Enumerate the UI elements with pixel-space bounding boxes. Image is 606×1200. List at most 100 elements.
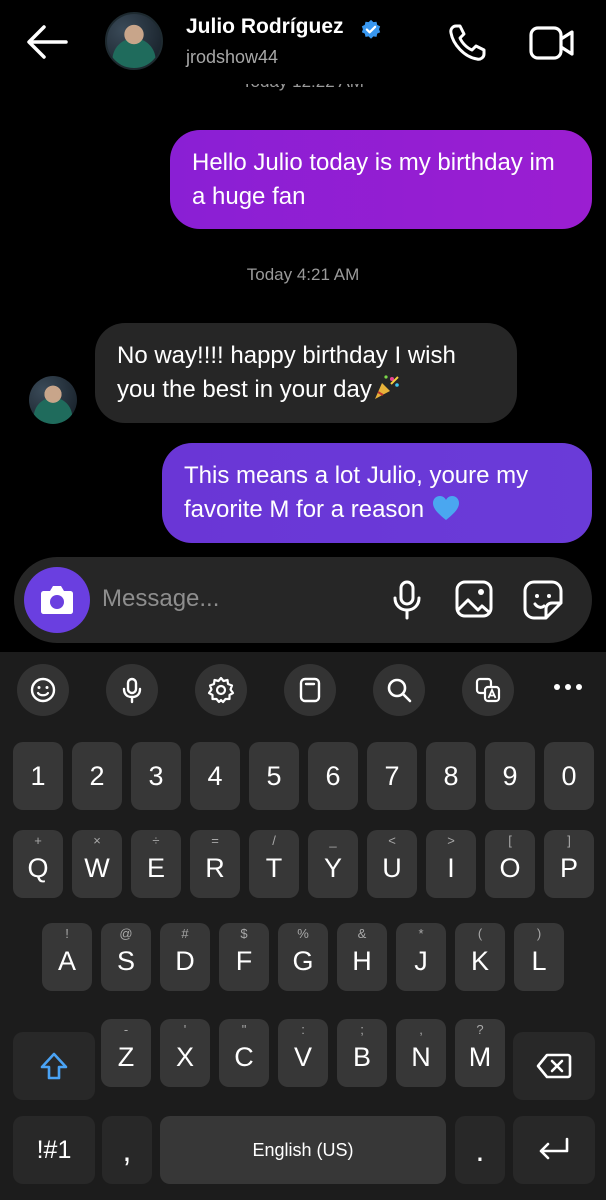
contact-avatar-small[interactable] [29,376,77,424]
key-label: A [57,946,76,976]
key-hint: < [388,833,396,848]
key-l[interactable]: ) L [514,923,564,991]
key-label: 5 [266,761,282,791]
key-a[interactable]: ! A [42,923,92,991]
key-6[interactable]: 6 [308,742,358,810]
key-1[interactable]: 1 [13,742,63,810]
video-call-icon[interactable] [528,24,576,62]
key-b[interactable]: ; B [337,1019,387,1087]
key-k[interactable]: (K [455,923,505,991]
key-9[interactable]: 9 [485,742,535,810]
enter-return-icon [539,1137,569,1160]
backspace-key[interactable] [513,1032,595,1100]
key-z[interactable]: -Z [101,1019,151,1087]
key-i[interactable]: > I [426,830,476,898]
gallery-icon[interactable] [454,579,494,619]
search-key[interactable] [373,664,425,716]
backspace-icon [536,1053,572,1079]
outgoing-message[interactable]: Hello Julio today is my birthday im a hu… [170,130,592,229]
outgoing-message[interactable]: This means a lot Julio, youre my favorit… [162,443,592,543]
key-hint: ] [567,833,571,848]
keyboard-settings-key[interactable] [195,664,247,716]
key-hint: % [297,926,309,941]
key-label: K [470,946,489,976]
key-hint: : [301,1022,305,1037]
enter-key[interactable] [513,1116,595,1184]
key-h[interactable]: & H [337,923,387,991]
incoming-message[interactable]: No way!!!! happy birthday I wish you the… [95,323,517,423]
key-x[interactable]: ' X [160,1019,210,1087]
key-d[interactable]: # D [160,923,210,991]
key-hint: @ [119,926,133,941]
voice-input-key[interactable] [106,664,158,716]
key-j[interactable]: * J [396,923,446,991]
key-v[interactable]: :V [278,1019,328,1087]
key-8[interactable]: 8 [426,742,476,810]
key-u[interactable]: < U [367,830,417,898]
key-label: 7 [384,761,400,791]
key-label: R [205,853,225,883]
key-7[interactable]: 7 [367,742,417,810]
more-options-icon[interactable] [552,682,584,692]
key-g[interactable]: % G [278,923,328,991]
comma-key[interactable]: , [102,1116,152,1184]
symbols-key[interactable]: !#1 [13,1116,95,1184]
contact-name[interactable]: Julio Rodríguez [186,15,344,39]
camera-icon [41,586,73,614]
key-c[interactable]: " C [219,1019,269,1087]
key-y[interactable]: _ Y [308,830,358,898]
settings-icon [207,676,235,704]
key-hint: × [93,833,101,848]
key-2[interactable]: 2 [72,742,122,810]
spacebar-key[interactable]: English (US) [160,1116,446,1184]
contact-avatar[interactable] [105,12,163,70]
key-s[interactable]: @ S [101,923,151,991]
clipboard-icon [299,677,321,703]
key-n[interactable]: ,N [396,1019,446,1087]
key-0[interactable]: 0 [544,742,594,810]
key-m[interactable]: ? M [455,1019,505,1087]
key-5[interactable]: 5 [249,742,299,810]
key-q[interactable]: + Q [13,830,63,898]
key-hint: ÷ [152,833,160,848]
message-timestamp: Today 4:21 AM [246,265,360,284]
party-popper-emoji-icon [374,375,399,399]
clipboard-key[interactable] [284,664,336,716]
key-w[interactable]: × W [72,830,122,898]
microphone-icon[interactable] [390,579,424,621]
previous-timestamp: Today 12:22 AM [0,84,606,92]
key-4[interactable]: 4 [190,742,240,810]
key-hint: ? [476,1022,484,1037]
outgoing-message-text: This means a lot Julio, youre my favorit… [184,462,529,523]
key-hint: / [272,833,276,848]
back-arrow-icon[interactable] [24,22,70,62]
translate-key[interactable] [462,664,514,716]
keyboard: 1 2 3 4 5 6 7 8 9 0 + Q × W ÷ E = R / T _ Y < U > I[O] P ! A @ S # D $ F% G… [0,652,606,1200]
key-p[interactable]: ] P [544,830,594,898]
key-3[interactable]: 3 [131,742,181,810]
emoji-key[interactable] [17,664,69,716]
shift-arrow-icon [40,1052,68,1080]
conversation-header: Julio Rodríguez jrodshow44 [0,0,606,88]
message-input[interactable]: Message... [102,585,219,613]
search-icon [387,678,412,703]
key-hint: - [123,1022,129,1037]
sticker-icon[interactable] [522,579,564,621]
key-r[interactable]: = R [190,830,240,898]
key-hint: # [181,926,189,941]
shift-key[interactable] [13,1032,95,1100]
key-t[interactable]: / T [249,830,299,898]
key-o[interactable]: [O [485,830,535,898]
camera-button[interactable] [24,567,90,633]
blue-heart-emoji-icon [432,496,459,520]
key-e[interactable]: ÷ E [131,830,181,898]
key-label: 3 [148,761,164,791]
phone-call-icon[interactable] [446,22,488,64]
key-f[interactable]: $ F [219,923,269,991]
key-hint: ' [183,1022,187,1037]
key-label: O [499,853,521,883]
key-label: H [352,946,372,976]
contact-handle: jrodshow44 [186,47,279,67]
key-label: I [447,853,455,883]
period-key[interactable]: . [455,1116,505,1184]
